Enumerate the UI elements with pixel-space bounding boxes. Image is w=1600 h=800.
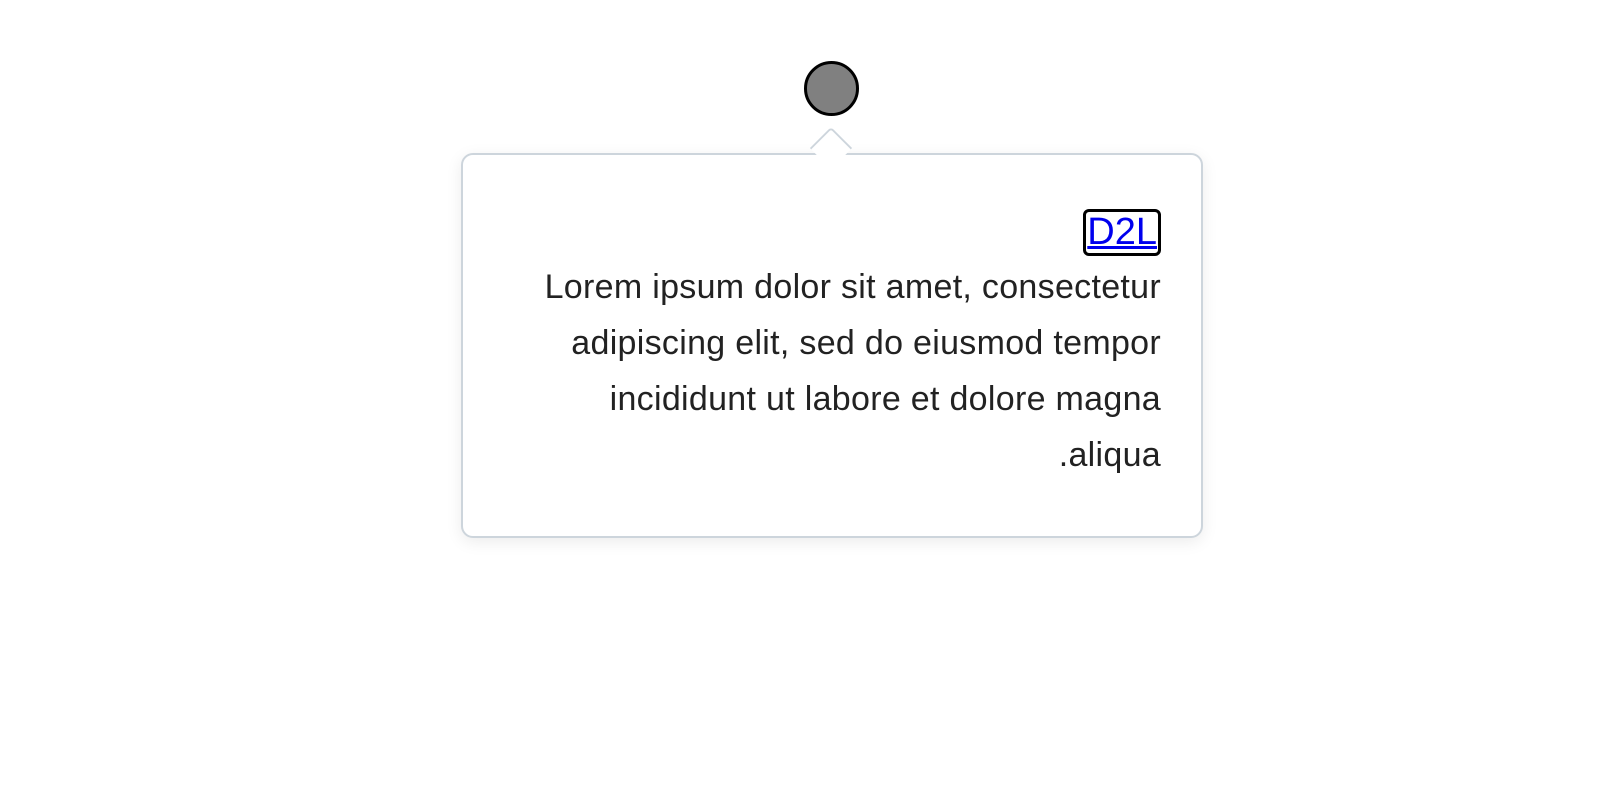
link-row: D2L: [503, 209, 1161, 257]
popover-body-text: Lorem ipsum dolor sit amet, consectetur …: [544, 268, 1161, 474]
popover-content: D2L Lorem ipsum dolor sit amet, consecte…: [503, 209, 1161, 483]
page: D2L Lorem ipsum dolor sit amet, consecte…: [0, 0, 1600, 800]
d2l-link[interactable]: D2L: [1083, 209, 1161, 256]
popover: D2L Lorem ipsum dolor sit amet, consecte…: [461, 153, 1203, 538]
popover-anchor-button[interactable]: [804, 61, 859, 116]
